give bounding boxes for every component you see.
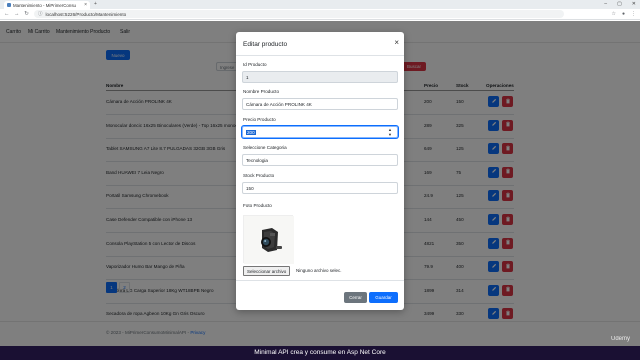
favicon-icon bbox=[7, 3, 11, 7]
menu-icon[interactable]: ⋮ bbox=[631, 11, 636, 17]
product-photo bbox=[243, 215, 294, 264]
category-label: Seleccione Categoria bbox=[243, 145, 287, 150]
url-input[interactable]: ⓘ localhost:5226/Producto/Mantenimiento bbox=[34, 10, 564, 18]
address-bar: ← → ↻ ⓘ localhost:5226/Producto/Mantenim… bbox=[0, 9, 640, 20]
browser-actions: ☆ ● ⋮ bbox=[611, 11, 636, 17]
close-icon[interactable]: × bbox=[394, 39, 399, 47]
photo-label: Foto Producto bbox=[243, 203, 272, 208]
minimize-icon[interactable]: – bbox=[604, 1, 607, 7]
price-value: 200 bbox=[246, 129, 256, 135]
product-price-field[interactable]: 200 ▲ ▼ bbox=[242, 126, 398, 138]
url-text: localhost:5226/Producto/Mantenimiento bbox=[45, 11, 127, 17]
window-close-icon[interactable]: ✕ bbox=[632, 1, 636, 7]
maximize-icon[interactable]: ▢ bbox=[617, 1, 622, 7]
close-button[interactable]: Cerrar bbox=[344, 292, 367, 303]
browser-tab[interactable]: Mantenimiento - MiPrimerConsu × bbox=[4, 1, 90, 9]
reload-icon[interactable]: ↻ bbox=[24, 11, 29, 17]
tab-close-icon[interactable]: × bbox=[84, 2, 87, 8]
choose-file-button[interactable]: Seleccionar archivo bbox=[243, 266, 291, 276]
product-id-label: Id Producto bbox=[243, 62, 267, 67]
category-select[interactable]: Tecnologia bbox=[242, 154, 398, 166]
course-banner: Minimal API crea y consume en Asp Net Co… bbox=[0, 346, 640, 360]
window-controls: – ▢ ✕ bbox=[604, 1, 636, 7]
modal-footer: Cerrar Guardar bbox=[236, 280, 404, 310]
tab-title: Mantenimiento - MiPrimerConsu bbox=[13, 2, 76, 8]
product-name-field[interactable]: Cámara de Acción PROLINK 4K bbox=[242, 98, 398, 110]
product-name-label: Nombre Producto bbox=[243, 89, 280, 94]
product-price-label: Precio Producto bbox=[243, 117, 276, 122]
camera-image bbox=[244, 216, 294, 264]
file-status-text: Ninguno archivo selec. bbox=[296, 268, 342, 273]
course-title: Minimal API crea y consume en Asp Net Co… bbox=[254, 349, 386, 356]
stock-field[interactable]: 150 bbox=[242, 182, 398, 194]
stock-label: Stock Producto bbox=[243, 173, 275, 178]
udemy-watermark: Udemy bbox=[610, 336, 630, 342]
profile-icon[interactable]: ● bbox=[622, 11, 625, 17]
back-icon[interactable]: ← bbox=[4, 11, 10, 17]
bookmark-icon[interactable]: ☆ bbox=[611, 11, 615, 17]
new-tab-icon[interactable]: + bbox=[94, 1, 97, 7]
save-button[interactable]: Guardar bbox=[369, 292, 398, 303]
modal-title: Editar producto bbox=[243, 41, 288, 48]
spinner-icon[interactable]: ▲ ▼ bbox=[388, 127, 392, 137]
info-icon[interactable]: ⓘ bbox=[38, 11, 43, 17]
forward-icon[interactable]: → bbox=[14, 11, 20, 17]
edit-product-modal: Editar producto × Id Producto 1 Nombre P… bbox=[236, 32, 404, 310]
browser-tab-bar: Mantenimiento - MiPrimerConsu × + – ▢ ✕ bbox=[0, 0, 640, 9]
product-id-field: 1 bbox=[242, 71, 398, 83]
modal-header: Editar producto × bbox=[236, 32, 404, 56]
